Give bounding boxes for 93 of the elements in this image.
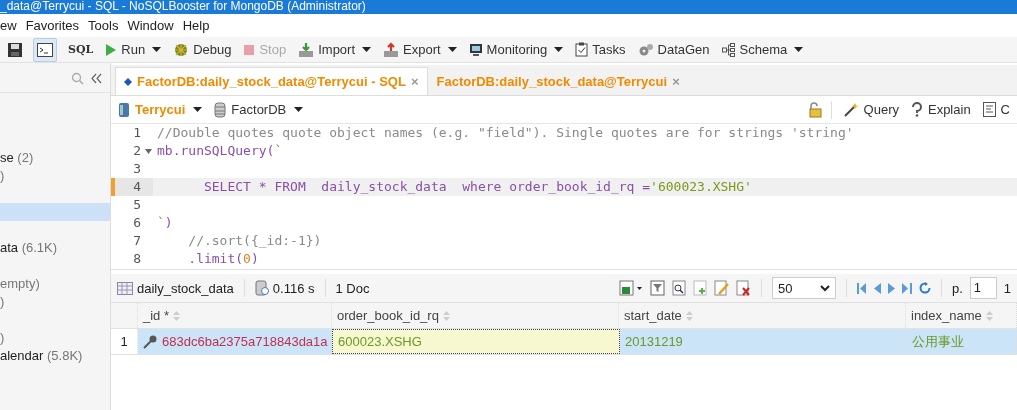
code-button[interactable]: C (979, 101, 1013, 118)
spreadsheet-export-icon[interactable] (618, 280, 643, 296)
export-icon (383, 41, 400, 58)
export-button[interactable]: Export (378, 38, 462, 61)
page-field[interactable]: 1 (969, 277, 997, 299)
edit-document-icon[interactable] (713, 280, 729, 296)
monitor-icon (468, 42, 483, 57)
monitor-button[interactable]: Monitoring (463, 38, 569, 61)
sql-button[interactable]: SQL (63, 38, 99, 61)
page-total: 1 (1003, 280, 1011, 296)
next-page-icon[interactable] (887, 282, 895, 294)
schema-button[interactable]: Schema (716, 38, 809, 61)
gears-button[interactable]: DataGen (632, 38, 715, 61)
menu-item[interactable]: Tools (88, 18, 119, 33)
query-time: 0.116 s (272, 280, 315, 296)
line-number: 1 (133, 124, 142, 142)
chevron-down-icon (819, 284, 830, 292)
tree-item[interactable]: ata (6.1K) (0, 239, 110, 257)
query-button[interactable]: Query (840, 101, 902, 118)
import-button[interactable]: Import (293, 38, 377, 61)
code-line: SELECT * FROM daily_stock_data where order_book_id_rq ='600023.XSHG' (202, 179, 752, 194)
document-icon (982, 102, 996, 117)
lock-icon[interactable] (807, 101, 822, 118)
database-icon (214, 101, 227, 118)
line-number: 5 (133, 196, 142, 214)
stop-icon (243, 43, 256, 56)
code-line: //Double quotes quote object names (e.g. "field"). Single quotes are for strings 'string' (157, 125, 854, 140)
line-number: 2 (133, 142, 142, 160)
column-header[interactable]: index_name (911, 308, 982, 323)
code-line: //.sort({_id:-1}) (187, 233, 322, 248)
explain-button[interactable]: Explain (907, 101, 974, 118)
sort-icon[interactable] (685, 310, 693, 321)
delete-document-icon[interactable] (735, 280, 751, 296)
shell-button[interactable] (33, 37, 57, 62)
document-count: 1 Doc (335, 280, 370, 296)
column-header[interactable]: start_date (624, 308, 682, 323)
database-dropdown[interactable]: FactorDB (211, 100, 307, 119)
terminal-icon (37, 42, 53, 57)
column-header[interactable]: _id * (143, 308, 170, 323)
magic-wand-icon (843, 102, 859, 117)
bug-icon (173, 41, 190, 58)
sort-icon[interactable] (173, 310, 181, 321)
filter-icon[interactable] (649, 280, 665, 296)
view-document-icon[interactable] (671, 280, 686, 296)
code-line: .limit(0) (187, 251, 259, 266)
page-size-select[interactable]: 50 (771, 277, 836, 299)
question-mark-icon (910, 102, 923, 117)
line-number: 3 (133, 160, 142, 178)
debug-button[interactable]: Debug (168, 38, 237, 61)
tree-item[interactable]: ) (0, 167, 110, 185)
table-icon (117, 281, 133, 295)
tree-item[interactable]: empty) (0, 275, 110, 293)
line-number: 8 (133, 250, 142, 268)
schema-tree-icon (721, 42, 736, 57)
run-button[interactable]: Run (100, 38, 167, 61)
server-icon (118, 101, 130, 118)
fold-caret-icon[interactable] (144, 148, 152, 154)
database-clock-icon (254, 280, 269, 296)
window-title: _data@Terrycui - SQL - NoSQLBooster for MongoDB (Administrator) (0, 0, 1017, 14)
column-header[interactable]: order_book_id_rq (337, 308, 439, 323)
tree-item[interactable]: ) (0, 293, 110, 311)
caret-icon (294, 107, 304, 112)
first-page-icon[interactable] (856, 282, 867, 294)
code-line: mb.runSQLQuery(` (157, 143, 283, 158)
code-editor[interactable] (111, 124, 1017, 270)
sort-icon[interactable] (442, 310, 450, 321)
page-label: p. (951, 280, 963, 296)
tree-item[interactable]: se (2) (0, 149, 110, 167)
previous-page-icon[interactable] (873, 282, 881, 294)
code-line: `) (157, 215, 173, 230)
collapse-icon[interactable] (91, 73, 102, 84)
import-icon (298, 41, 315, 58)
tree-item[interactable]: alendar (5.8K) (0, 347, 110, 365)
last-page-icon[interactable] (901, 282, 912, 294)
line-number: 4 (133, 178, 142, 196)
collection-label: daily_stock_data (137, 280, 234, 296)
tasks-button[interactable]: Tasks (570, 38, 631, 61)
sort-icon[interactable] (985, 310, 993, 321)
refresh-icon[interactable] (918, 282, 931, 294)
add-document-icon[interactable] (692, 280, 707, 296)
menu-item[interactable]: ew (0, 18, 17, 33)
tree-item[interactable]: ) (0, 329, 110, 347)
play-icon (105, 42, 118, 57)
line-number: 7 (133, 232, 142, 250)
search-icon[interactable] (71, 72, 84, 85)
gears-icon (637, 41, 654, 58)
menu-item[interactable]: Favorites (25, 18, 80, 33)
key-icon (143, 334, 158, 349)
menu-item[interactable]: Window (127, 18, 174, 33)
menu-item[interactable]: Help (182, 18, 210, 33)
line-number: 6 (133, 214, 142, 232)
caret-icon (193, 107, 203, 112)
clipboard-check-icon (575, 42, 589, 57)
